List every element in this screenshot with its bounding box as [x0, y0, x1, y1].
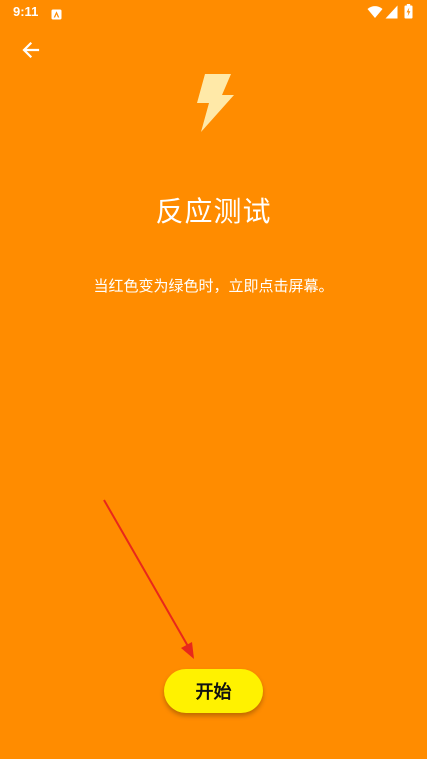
status-bar: 9:11 — [0, 0, 427, 24]
back-button[interactable] — [18, 37, 44, 63]
lightning-bolt-icon — [191, 73, 237, 133]
wifi-icon — [367, 5, 383, 19]
arrow-left-icon — [18, 41, 44, 67]
status-time: 9:11 — [13, 4, 39, 19]
battery-icon — [404, 4, 413, 19]
instruction-text: 当红色变为绿色时，立即点击屏幕。 — [93, 277, 334, 295]
app-notification-icon — [51, 5, 62, 20]
page-title: 反应测试 — [155, 195, 272, 228]
signal-icon — [385, 5, 398, 19]
start-button[interactable]: 开始 — [164, 669, 263, 713]
